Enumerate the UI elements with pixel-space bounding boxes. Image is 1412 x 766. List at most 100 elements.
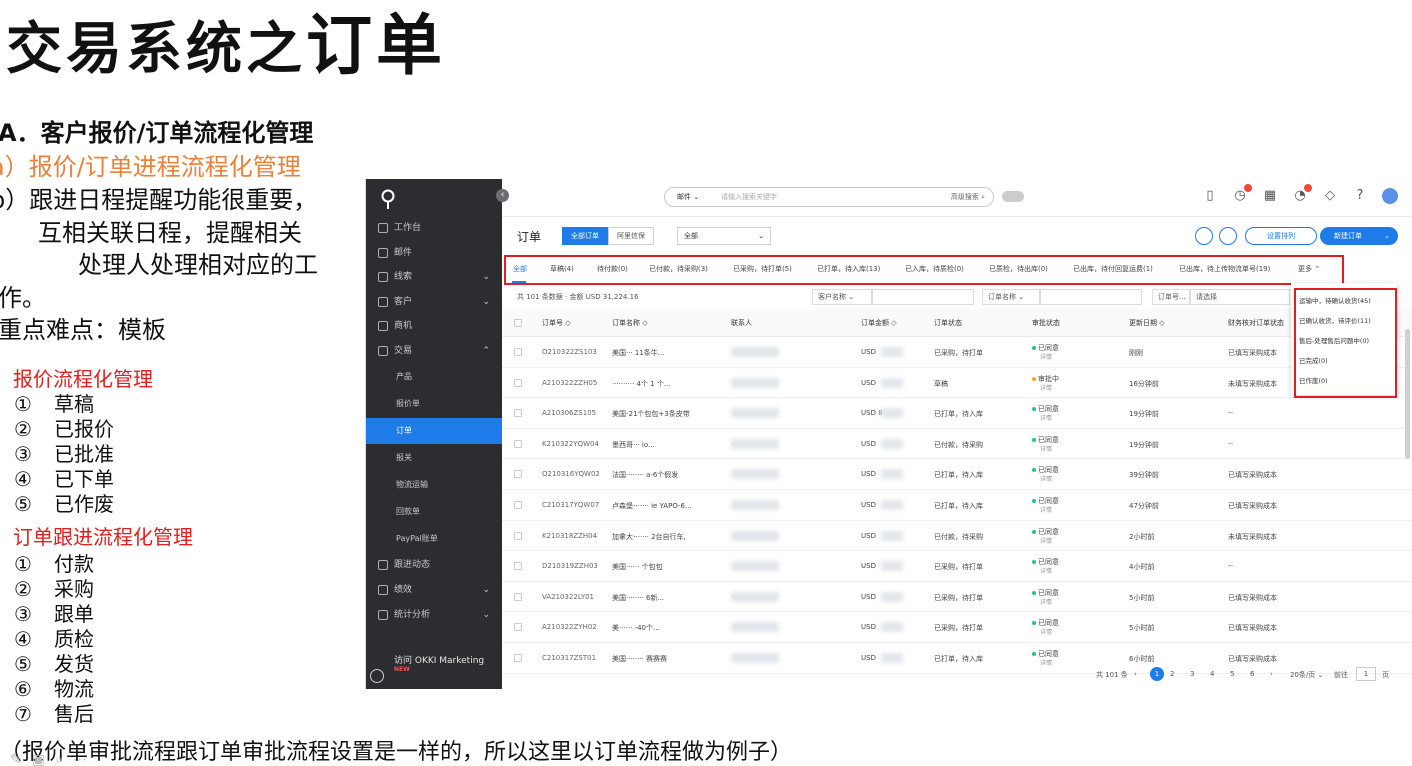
- avatar[interactable]: [1382, 188, 1398, 204]
- order-number[interactable]: A210322ZZH05: [542, 379, 597, 387]
- prev-page-button[interactable]: ‹: [1134, 670, 1137, 678]
- table-row[interactable]: A210306ZS105 美国-21个包包+3条皮带 USD 8 已打单，待入库 已同意…: [502, 398, 1412, 429]
- sidebar-subitem[interactable]: 产品: [366, 364, 502, 390]
- row-checkbox[interactable]: [514, 500, 522, 509]
- row-checkbox[interactable]: [514, 378, 522, 387]
- table-row[interactable]: VA210322LY01美国········ 6新...--USD已采购，待打单…: [502, 582, 1412, 613]
- chevron-down-icon[interactable]: ⌄: [1384, 227, 1390, 245]
- order-name[interactable]: 法国········ a-6个假发: [612, 470, 678, 480]
- column-header[interactable]: 订单金额 ◇: [861, 318, 897, 328]
- page-number[interactable]: 5: [1230, 670, 1234, 678]
- page-number[interactable]: 3: [1190, 670, 1194, 678]
- sidebar-item[interactable]: 统计分析 ⌄: [366, 603, 502, 627]
- order-number[interactable]: A210306ZS105: [542, 409, 596, 417]
- more-icon[interactable]: ⋯: [73, 752, 97, 766]
- column-header[interactable]: 审批状态: [1032, 318, 1060, 328]
- row-checkbox[interactable]: [514, 653, 522, 662]
- order-name[interactable]: 美国········ 赛赛赛: [612, 654, 667, 664]
- row-checkbox[interactable]: [514, 623, 522, 632]
- bell-icon[interactable]: ◔: [1292, 184, 1312, 204]
- order-name[interactable]: 美国··· 11条牛...: [612, 348, 664, 358]
- new-order-button[interactable]: 新建订单 ⌄: [1320, 227, 1398, 245]
- table-row[interactable]: O210316YQW02 法国········ a-6个假发 USD 已打单，待入库 已…: [502, 459, 1412, 490]
- order-name[interactable]: 墨西哥··· io...: [612, 440, 655, 450]
- advanced-search-link[interactable]: 高级搜索 ⌕: [951, 188, 985, 206]
- row-checkbox[interactable]: [514, 470, 522, 479]
- row-checkbox[interactable]: [514, 592, 522, 601]
- approval-detail-link[interactable]: 详情: [1032, 353, 1059, 362]
- tab-all-orders[interactable]: 全部订单: [562, 227, 608, 245]
- approval-detail-link[interactable]: 详情: [1032, 567, 1059, 576]
- approval-detail-link[interactable]: 详情: [1032, 384, 1059, 393]
- approval-detail-link[interactable]: 详情: [1032, 506, 1059, 515]
- sidebar-item[interactable]: 工作台: [366, 216, 502, 240]
- order-number[interactable]: O210316YQW02: [542, 470, 600, 478]
- select-all-checkbox[interactable]: [514, 319, 522, 327]
- order-name[interactable]: 卢森堡-······ ie YAPO-6...: [612, 501, 692, 511]
- approval-detail-link[interactable]: 详情: [1032, 628, 1059, 637]
- sidebar-item[interactable]: 线索 ⌄: [366, 265, 502, 289]
- customer-name-input[interactable]: [872, 289, 974, 305]
- theme-toggle[interactable]: [1002, 191, 1024, 202]
- goto-page-input[interactable]: 1: [1356, 667, 1376, 681]
- sidebar-subitem[interactable]: 订单: [366, 418, 502, 444]
- order-name[interactable]: ·········· 4个 1 个...: [612, 379, 671, 389]
- zoom-icon[interactable]: ⌕: [55, 752, 73, 766]
- table-row[interactable]: A210322ZYH02 美······ -40个... USD 已采购，待打单 已同意…: [502, 612, 1412, 643]
- pen-icon[interactable]: ✎: [10, 752, 32, 766]
- column-header[interactable]: 更新日期 ◇: [1129, 318, 1165, 328]
- order-name[interactable]: 加拿大-······ 2台自行车,: [612, 532, 686, 542]
- row-checkbox[interactable]: [514, 439, 522, 448]
- column-header[interactable]: 订单状态: [934, 318, 962, 328]
- row-checkbox[interactable]: [514, 409, 522, 418]
- shield-icon[interactable]: ◇: [1322, 188, 1338, 204]
- order-no-select[interactable]: 订单号...: [1152, 289, 1190, 305]
- order-number[interactable]: D210319ZZH03: [542, 562, 598, 570]
- row-checkbox[interactable]: [514, 531, 522, 540]
- reminder-icon[interactable]: ◷: [1232, 184, 1252, 204]
- order-number[interactable]: O210322ZS103: [542, 348, 597, 356]
- table-row[interactable]: K210318ZZH04 加拿大-······ 2台自行车, USD 已付款，待采购 已…: [502, 521, 1412, 552]
- sidebar-subitem[interactable]: 物流运输: [366, 472, 502, 498]
- help-icon[interactable]: [370, 669, 384, 683]
- page-size-select[interactable]: 20条/页 ⌄: [1290, 670, 1323, 680]
- sidebar-subitem[interactable]: 报价单: [366, 391, 502, 417]
- approval-detail-link[interactable]: 详情: [1032, 598, 1059, 607]
- order-name[interactable]: 美国······ 个包包: [612, 562, 663, 572]
- search-scope-select[interactable]: 邮件 ⌄: [677, 188, 699, 206]
- scrollbar[interactable]: [1405, 329, 1410, 459]
- order-number[interactable]: A210322ZYH02: [542, 623, 597, 631]
- sidebar-item[interactable]: 客户 ⌄: [366, 290, 502, 314]
- column-header[interactable]: 财务核对订单状态: [1228, 318, 1284, 328]
- row-checkbox[interactable]: [514, 348, 522, 356]
- next-page-button[interactable]: ›: [1270, 670, 1273, 678]
- approval-detail-link[interactable]: 详情: [1032, 414, 1059, 423]
- sidebar-item[interactable]: 绩效 ⌄: [366, 578, 502, 602]
- page-number[interactable]: 6: [1250, 670, 1254, 678]
- order-name-input[interactable]: [1040, 289, 1142, 305]
- approval-detail-link[interactable]: 详情: [1032, 445, 1059, 454]
- order-number[interactable]: C210317ZST01: [542, 654, 596, 662]
- book-icon[interactable]: ▯: [1202, 188, 1218, 204]
- order-number[interactable]: VA210322LY01: [542, 593, 594, 601]
- download-icon[interactable]: [1219, 227, 1237, 245]
- sidebar-subitem[interactable]: PayPal账单: [366, 526, 502, 552]
- arrange-button[interactable]: 设置排列: [1245, 227, 1317, 245]
- table-row[interactable]: D210319ZZH03 美国······ 个包包 USD 已采购，待打单 已同意 详情 4…: [502, 551, 1412, 582]
- table-row[interactable]: K210322YQW04墨西哥··· io...··· isUSD已付款，待采购…: [502, 429, 1412, 460]
- sidebar-item[interactable]: 邮件: [366, 241, 502, 265]
- calendar-icon[interactable]: ▦: [1262, 188, 1278, 204]
- table-row[interactable]: A210322ZZH05 ·········· 4个 1 个... USD 草稿 审批中…: [502, 368, 1412, 399]
- search-select[interactable]: 请选择: [1190, 289, 1290, 305]
- table-row[interactable]: O210322ZS103 美国··· 11条牛... USD 已采购，待打单 已同意 详情…: [502, 337, 1412, 368]
- order-number[interactable]: K210318ZZH04: [542, 532, 597, 540]
- approval-detail-link[interactable]: 详情: [1032, 475, 1059, 484]
- order-name[interactable]: 美国········ 6新...: [612, 593, 664, 603]
- global-search[interactable]: 邮件 ⌄ 请输入搜索关键字 高级搜索 ⌕: [664, 187, 994, 207]
- okki-marketing-link[interactable]: 访问 OKKI Marketing NEW: [394, 653, 502, 678]
- sidebar-subitem[interactable]: 回款单: [366, 499, 502, 525]
- sidebar-item[interactable]: 跟进动态: [366, 553, 502, 577]
- page-number[interactable]: 4: [1210, 670, 1214, 678]
- order-number[interactable]: K210322YQW04: [542, 440, 599, 448]
- order-number[interactable]: C210317YQW07: [542, 501, 599, 509]
